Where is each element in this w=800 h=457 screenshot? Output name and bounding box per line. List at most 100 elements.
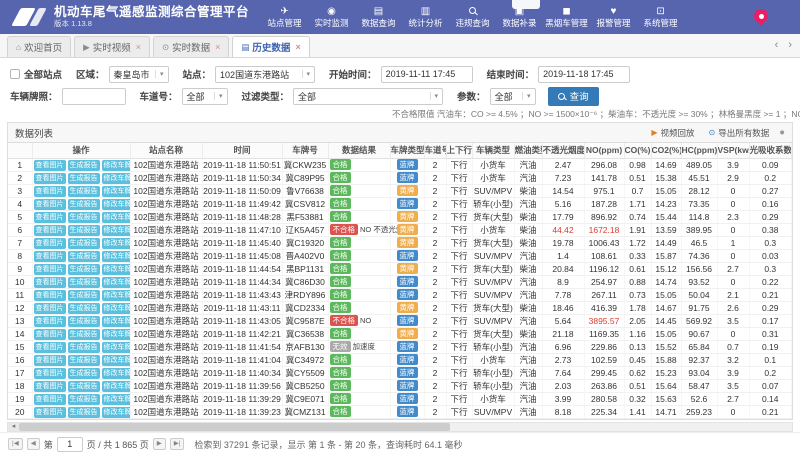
generate-report-button[interactable]: 生成报告	[68, 329, 100, 340]
view-photo-button[interactable]: 查看图片	[34, 329, 66, 340]
plate-type-badge[interactable]: 蓝牌	[397, 367, 418, 378]
generate-report-button[interactable]: 生成报告	[68, 212, 100, 223]
view-photo-button[interactable]: 查看图片	[34, 251, 66, 262]
edit-plate-button[interactable]: 修改车牌	[102, 173, 131, 184]
close-icon[interactable]: ×	[136, 42, 141, 52]
export-all-button[interactable]: ⊙导出所有数据	[709, 127, 770, 139]
view-photo-button[interactable]: 查看图片	[34, 264, 66, 275]
edit-plate-button[interactable]: 修改车牌	[102, 225, 131, 236]
plate-type-badge[interactable]: 蓝牌	[397, 250, 418, 261]
generate-report-button[interactable]: 生成报告	[68, 186, 100, 197]
generate-report-button[interactable]: 生成报告	[68, 238, 100, 249]
plate-type-badge[interactable]: 蓝牌	[397, 406, 418, 417]
edit-plate-button[interactable]: 修改车牌	[102, 212, 131, 223]
edit-plate-button[interactable]: 修改车牌	[102, 303, 131, 314]
view-photo-button[interactable]: 查看图片	[34, 316, 66, 327]
edit-plate-button[interactable]: 修改车牌	[102, 316, 131, 327]
plate-type-badge[interactable]: 蓝牌	[397, 393, 418, 404]
plate-type-badge[interactable]: 蓝牌	[397, 198, 418, 209]
generate-report-button[interactable]: 生成报告	[68, 355, 100, 366]
video-playback-button[interactable]: ▶视频回放	[651, 127, 694, 139]
plate-type-badge[interactable]: 蓝牌	[397, 159, 418, 170]
param-select[interactable]: 全部▾	[490, 88, 536, 105]
generate-report-button[interactable]: 生成报告	[68, 303, 100, 314]
more-icon[interactable]: ●	[779, 127, 785, 138]
prev-page-button[interactable]: ◀	[27, 438, 40, 451]
edit-plate-button[interactable]: 修改车牌	[102, 407, 131, 418]
plate-type-badge[interactable]: 蓝牌	[397, 315, 418, 326]
edit-plate-button[interactable]: 修改车牌	[102, 342, 131, 353]
edit-plate-button[interactable]: 修改车牌	[102, 160, 131, 171]
view-photo-button[interactable]: 查看图片	[34, 277, 66, 288]
lane-select[interactable]: 全部▾	[182, 88, 228, 105]
end-time-input[interactable]	[538, 66, 630, 83]
query-button[interactable]: 查询	[548, 87, 599, 106]
menu-item-alarm-management[interactable]: ♥报警管理	[590, 5, 637, 29]
generate-report-button[interactable]: 生成报告	[68, 264, 100, 275]
plate-type-badge[interactable]: 黄牌	[397, 185, 418, 196]
next-page-button[interactable]: ▶	[153, 438, 166, 451]
generate-report-button[interactable]: 生成报告	[68, 290, 100, 301]
tab-welcome[interactable]: ⌂欢迎首页	[7, 36, 71, 57]
location-pin-icon[interactable]	[754, 9, 768, 23]
generate-report-button[interactable]: 生成报告	[68, 160, 100, 171]
tab-history-data[interactable]: ▤历史数据×	[232, 36, 309, 57]
menu-item-system-management[interactable]: ⊡系统管理	[637, 5, 684, 29]
edit-plate-button[interactable]: 修改车牌	[102, 381, 131, 392]
filter-type-select[interactable]: 全部▾	[293, 88, 443, 105]
view-photo-button[interactable]: 查看图片	[34, 381, 66, 392]
edit-plate-button[interactable]: 修改车牌	[102, 238, 131, 249]
view-photo-button[interactable]: 查看图片	[34, 368, 66, 379]
view-photo-button[interactable]: 查看图片	[34, 407, 66, 418]
generate-report-button[interactable]: 生成报告	[68, 199, 100, 210]
menu-item-site-management[interactable]: ✈站点管理	[261, 5, 308, 29]
edit-plate-button[interactable]: 修改车牌	[102, 277, 131, 288]
menu-item-data-query[interactable]: ▤数据查询	[355, 5, 402, 29]
generate-report-button[interactable]: 生成报告	[68, 368, 100, 379]
last-page-button[interactable]: ▶|	[170, 438, 185, 451]
edit-plate-button[interactable]: 修改车牌	[102, 264, 131, 275]
plate-type-badge[interactable]: 蓝牌	[397, 380, 418, 391]
generate-report-button[interactable]: 生成报告	[68, 394, 100, 405]
edit-plate-button[interactable]: 修改车牌	[102, 329, 131, 340]
close-icon[interactable]: ×	[215, 42, 220, 52]
tab-realtime-video[interactable]: ▶实时视频×	[74, 36, 150, 57]
edit-plate-button[interactable]: 修改车牌	[102, 251, 131, 262]
plate-type-badge[interactable]: 黄牌	[397, 211, 418, 222]
station-select[interactable]: 102国道东港路站▾	[215, 66, 315, 83]
scroll-left-icon[interactable]: ◂	[8, 423, 19, 431]
generate-report-button[interactable]: 生成报告	[68, 381, 100, 392]
tab-realtime-data[interactable]: ⊙实时数据×	[153, 36, 229, 57]
first-page-button[interactable]: |◀	[8, 438, 23, 451]
edit-plate-button[interactable]: 修改车牌	[102, 290, 131, 301]
plate-type-badge[interactable]: 蓝牌	[397, 341, 418, 352]
close-icon[interactable]: ×	[295, 42, 300, 52]
tabs-scroll-right-icon[interactable]: ›	[788, 39, 792, 51]
plate-type-badge[interactable]: 黄牌	[397, 237, 418, 248]
view-photo-button[interactable]: 查看图片	[34, 173, 66, 184]
edit-plate-button[interactable]: 修改车牌	[102, 186, 131, 197]
plate-type-badge[interactable]: 蓝牌	[397, 354, 418, 365]
plate-type-badge[interactable]: 蓝牌	[397, 172, 418, 183]
page-number-input[interactable]	[57, 437, 83, 452]
menu-item-violation-query[interactable]: 违规查询	[449, 5, 496, 29]
plate-type-badge[interactable]: 蓝牌	[397, 289, 418, 300]
edit-plate-button[interactable]: 修改车牌	[102, 199, 131, 210]
tabs-scroll-left-icon[interactable]: ‹	[775, 39, 779, 51]
horizontal-scrollbar[interactable]: ◂	[7, 422, 793, 432]
plate-type-badge[interactable]: 蓝牌	[397, 276, 418, 287]
plate-type-badge[interactable]: 黄牌	[397, 263, 418, 274]
view-photo-button[interactable]: 查看图片	[34, 290, 66, 301]
generate-report-button[interactable]: 生成报告	[68, 251, 100, 262]
view-photo-button[interactable]: 查看图片	[34, 225, 66, 236]
edit-plate-button[interactable]: 修改车牌	[102, 368, 131, 379]
view-photo-button[interactable]: 查看图片	[34, 186, 66, 197]
all-sites-checkbox[interactable]	[10, 69, 20, 79]
start-time-input[interactable]	[381, 66, 473, 83]
plate-type-badge[interactable]: 黄牌	[397, 302, 418, 313]
edit-plate-button[interactable]: 修改车牌	[102, 355, 131, 366]
generate-report-button[interactable]: 生成报告	[68, 316, 100, 327]
region-select[interactable]: 秦皇岛市▾	[109, 66, 169, 83]
plate-type-badge[interactable]: 黄牌	[397, 328, 418, 339]
plate-type-badge[interactable]: 黄牌	[397, 224, 418, 235]
